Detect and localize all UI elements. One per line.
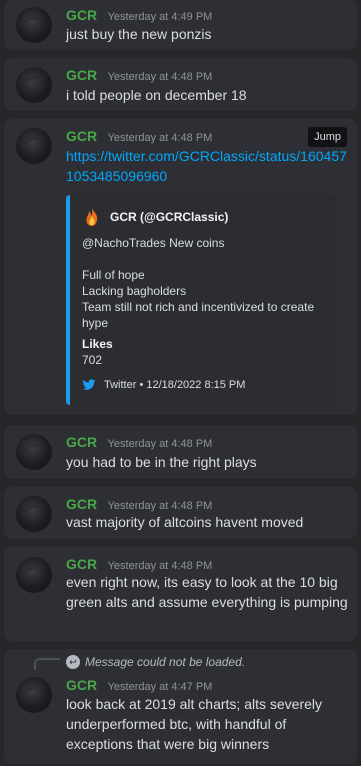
reply-text: Message could not be loaded. [85, 655, 246, 669]
message-text: just buy the new ponzis [66, 26, 212, 42]
embed-line: Full of hope [82, 268, 145, 282]
message-text: you had to be in the right plays [66, 454, 257, 470]
twitter-embed: GCR (@GCRClassic) @NachoTrades New coins… [66, 195, 336, 405]
message[interactable]: GCR Yesterday at 4:49 PM just buy the ne… [4, 0, 357, 50]
tweet-link[interactable]: https://twitter.com/GCRClassic/status/16… [66, 148, 347, 184]
timestamp: Yesterday at 4:47 PM [107, 681, 213, 693]
avatar[interactable] [16, 128, 52, 164]
timestamp: Yesterday at 4:48 PM [107, 132, 213, 144]
author-name[interactable]: GCR [66, 67, 97, 83]
author-name[interactable]: GCR [66, 556, 97, 572]
message-text: i told people on december 18 [66, 87, 247, 103]
message[interactable]: ↩ Message could not be loaded. GCR Yeste… [4, 649, 357, 764]
embed-footer-text: Twitter • 12/18/2022 8:15 PM [104, 379, 246, 391]
timestamp: Yesterday at 4:48 PM [107, 71, 213, 83]
message[interactable]: GCR Yesterday at 4:48 PM Jump https://tw… [4, 119, 357, 415]
message[interactable]: GCR Yesterday at 4:48 PM vast majority o… [4, 487, 357, 539]
avatar[interactable] [16, 677, 52, 713]
message[interactable]: GCR Yesterday at 4:48 PM you had to be i… [4, 425, 357, 479]
message-text: even right now, its easy to look at the … [66, 574, 348, 610]
embed-field-name: Likes [82, 337, 113, 351]
embed-mention-line: @NachoTrades New coins [82, 236, 225, 250]
avatar[interactable] [16, 434, 52, 470]
embed-line: Lacking bagholders [82, 284, 187, 298]
avatar[interactable] [16, 67, 52, 103]
message-text: look back at 2019 alt charts; alts sever… [66, 696, 323, 752]
author-name[interactable]: GCR [66, 434, 97, 450]
author-name[interactable]: GCR [66, 128, 97, 144]
reply-reference[interactable]: ↩ Message could not be loaded. [66, 655, 245, 669]
reply-arrow-icon: ↩ [66, 655, 80, 669]
message[interactable]: GCR Yesterday at 4:48 PM i told people o… [4, 58, 357, 111]
jump-button[interactable]: Jump [308, 127, 347, 147]
timestamp: Yesterday at 4:48 PM [107, 560, 213, 572]
reply-connector [34, 658, 60, 670]
embed-author-name[interactable]: GCR (@GCRClassic) [110, 210, 228, 224]
timestamp: Yesterday at 4:48 PM [107, 500, 213, 512]
timestamp: Yesterday at 4:48 PM [107, 438, 213, 450]
message-text: vast majority of altcoins havent moved [66, 514, 304, 530]
avatar[interactable] [16, 7, 52, 43]
timestamp: Yesterday at 4:49 PM [107, 11, 213, 23]
author-name[interactable]: GCR [66, 677, 97, 693]
avatar[interactable] [16, 496, 52, 532]
embed-line: Team still not rich and incentivized to … [82, 300, 315, 330]
flame-avatar-icon[interactable] [82, 207, 102, 227]
author-name[interactable]: GCR [66, 496, 97, 512]
embed-field-value: 702 [82, 353, 103, 367]
author-name[interactable]: GCR [66, 7, 97, 23]
message[interactable]: GCR Yesterday at 4:48 PM even right now,… [4, 547, 357, 641]
embed-description: @NachoTrades New coins Full of hope Lack… [82, 235, 326, 331]
avatar[interactable] [16, 557, 52, 593]
twitter-bird-icon [82, 379, 96, 390]
